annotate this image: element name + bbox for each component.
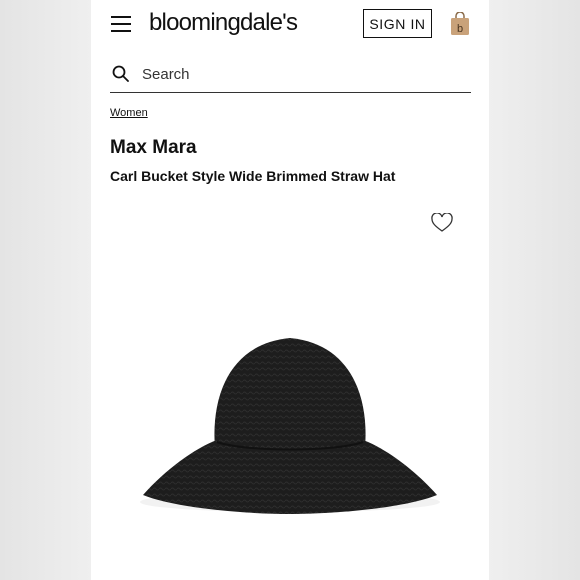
- hamburger-menu-icon[interactable]: [111, 16, 131, 32]
- heart-icon[interactable]: [431, 212, 453, 233]
- product-brand[interactable]: Max Mara: [110, 137, 197, 159]
- background-left: [0, 0, 91, 580]
- product-image-hat[interactable]: [135, 330, 445, 520]
- site-logo[interactable]: bloomingdale's: [149, 9, 298, 37]
- shopping-bag-icon[interactable]: b: [450, 11, 470, 36]
- product-page: bloomingdale's SIGN IN b Women Max Mara …: [91, 0, 489, 580]
- sign-in-button[interactable]: SIGN IN: [363, 9, 432, 38]
- svg-text:b: b: [457, 23, 463, 35]
- background-right: [489, 0, 580, 580]
- search-icon[interactable]: [112, 65, 130, 83]
- search-input[interactable]: [140, 64, 444, 84]
- search-bar: [110, 56, 471, 93]
- breadcrumb-women[interactable]: Women: [110, 107, 148, 119]
- product-title: Carl Bucket Style Wide Brimmed Straw Hat: [110, 168, 396, 184]
